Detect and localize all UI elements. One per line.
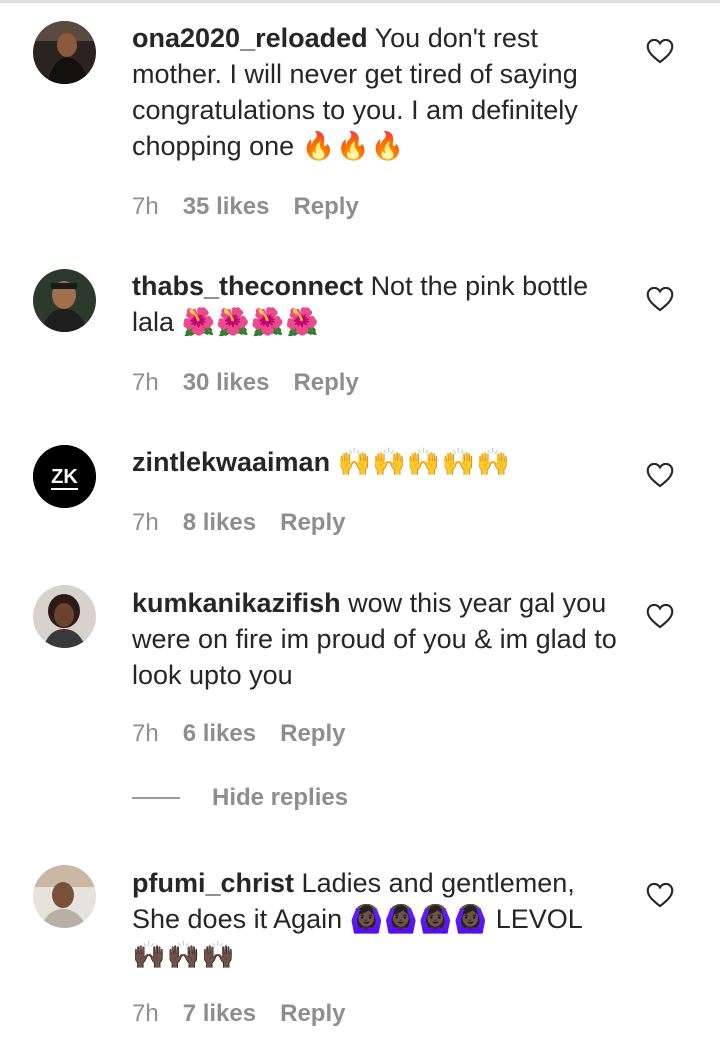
comment-emoji: 🌺🌺🌺🌺 — [181, 307, 321, 337]
reply-button[interactable]: Reply — [280, 720, 345, 748]
heart-icon[interactable] — [646, 286, 674, 312]
comment-meta: 7h 8 likes Reply — [132, 509, 345, 537]
avatar-image — [33, 585, 96, 648]
avatar-image — [33, 865, 96, 928]
comment-text: pfumi_christ Ladies and gentlemen, She d… — [132, 865, 622, 973]
hide-replies-label: Hide replies — [212, 784, 349, 811]
heart-icon[interactable] — [646, 38, 674, 64]
comment-time: 7h — [132, 720, 159, 747]
comment-time: 7h — [132, 509, 159, 536]
reply-button[interactable]: Reply — [293, 369, 358, 397]
reply-button[interactable]: Reply — [280, 1000, 345, 1028]
top-divider — [0, 0, 720, 3]
comment-username[interactable]: ona2020_reloaded — [132, 23, 368, 53]
avatar-logo: ZK — [33, 445, 96, 508]
heart-icon[interactable] — [646, 603, 674, 629]
comment-likes[interactable]: 6 likes — [183, 720, 256, 748]
hide-replies-button[interactable]: Hide replies — [132, 784, 348, 812]
avatar[interactable] — [33, 21, 96, 84]
avatar[interactable] — [33, 269, 96, 332]
avatar-image — [33, 269, 96, 332]
comment-emoji: 🔥🔥🔥 — [301, 131, 406, 161]
avatar[interactable] — [33, 585, 96, 648]
svg-text:ZK: ZK — [51, 466, 78, 488]
comment-likes[interactable]: 7 likes — [183, 1000, 256, 1028]
heart-icon[interactable] — [646, 882, 674, 908]
comment-username[interactable]: thabs_theconnect — [132, 271, 363, 301]
comment-likes[interactable]: 8 likes — [183, 509, 256, 537]
heart-icon[interactable] — [646, 462, 674, 488]
comment-emoji: 🙌🙌🙌🙌🙌 — [337, 447, 511, 477]
comment-meta: 7h 6 likes Reply — [132, 720, 345, 748]
hide-replies-line — [132, 797, 180, 799]
comment-text: thabs_theconnect Not the pink bottle lal… — [132, 268, 622, 340]
comment-body-after: LEVOL — [495, 904, 582, 934]
comment-time: 7h — [132, 193, 159, 220]
avatar-image — [33, 21, 96, 84]
comment-text: ona2020_reloaded You don't rest mother. … — [132, 20, 622, 164]
comment-emoji: 🙆🏿‍♀️🙆🏿‍♀️🙆🏿‍♀️🙆🏿‍♀️ — [349, 904, 489, 934]
comment-time: 7h — [132, 1000, 159, 1027]
comment-emoji-after: 🙌🏿🙌🏿🙌🏿 — [132, 940, 236, 970]
comment-meta: 7h 30 likes Reply — [132, 369, 359, 397]
comment-text: zintlekwaaiman 🙌🙌🙌🙌🙌 — [132, 444, 622, 480]
comment-username[interactable]: pfumi_christ — [132, 868, 294, 898]
comment-likes[interactable]: 30 likes — [183, 369, 270, 397]
reply-button[interactable]: Reply — [280, 509, 345, 537]
avatar[interactable]: ZK — [33, 445, 96, 508]
avatar[interactable] — [33, 865, 96, 928]
comment-username[interactable]: kumkanikazifish — [132, 588, 341, 618]
comment-likes[interactable]: 35 likes — [183, 193, 270, 221]
comment-meta: 7h 35 likes Reply — [132, 193, 359, 221]
comment-meta: 7h 7 likes Reply — [132, 1000, 345, 1028]
comment-username[interactable]: zintlekwaaiman — [132, 447, 330, 477]
comment-text: kumkanikazifish wow this year gal you we… — [132, 585, 622, 693]
comment-time: 7h — [132, 369, 159, 396]
reply-button[interactable]: Reply — [293, 193, 358, 221]
